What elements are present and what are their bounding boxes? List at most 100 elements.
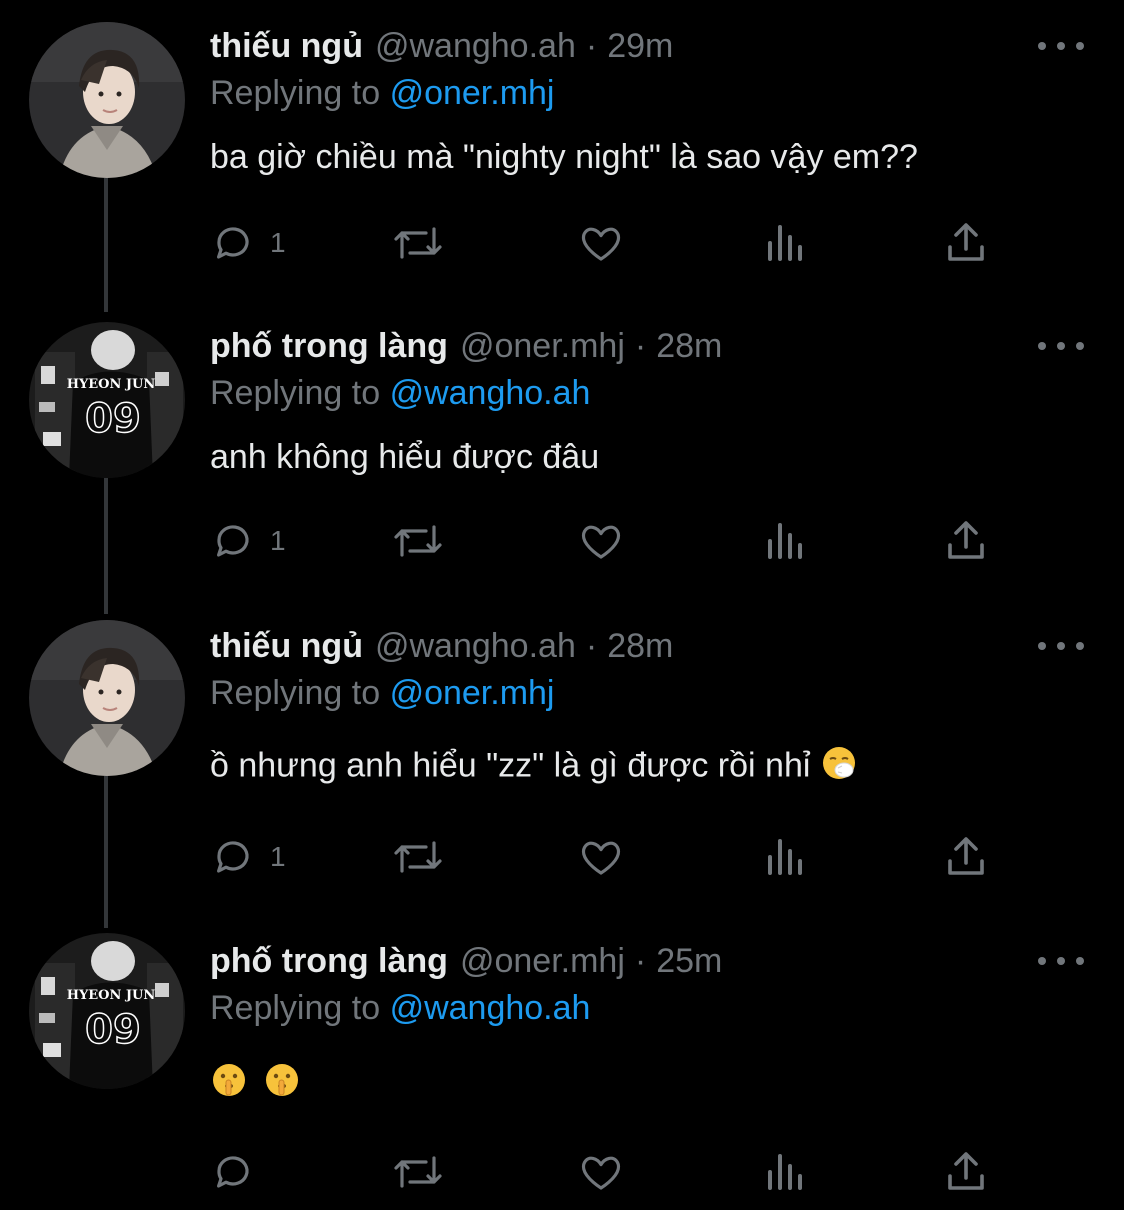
heart-icon [576, 1148, 626, 1196]
speech-bubble-icon [210, 517, 258, 565]
like-button[interactable] [576, 832, 626, 882]
tweet-text-row: ồ nhưng anh hiểu "zz" là gì được rồi nhỉ [210, 744, 858, 791]
retweet-icon [390, 833, 446, 881]
display-name[interactable]: thiếu ngủ [210, 27, 363, 66]
tweet-emoji-row [210, 1061, 301, 1108]
reply-count: 1 [270, 227, 286, 258]
tweet-text: ba giờ chiều mà "nighty night" là sao vậ… [210, 138, 918, 176]
tweet-actions: 1 [210, 218, 1010, 268]
share-button[interactable] [944, 1147, 988, 1197]
like-button[interactable] [576, 516, 626, 566]
replying-to-link[interactable]: @oner.mhj [390, 674, 555, 712]
replying-to-link[interactable]: @wangho.ah [390, 374, 591, 412]
reply-count: 1 [270, 841, 286, 872]
replying-to-label: Replying to [210, 374, 381, 412]
share-upload-icon [944, 833, 988, 881]
share-upload-icon [944, 1148, 988, 1196]
share-button[interactable] [944, 516, 988, 566]
jersey-number: 09 [85, 1007, 141, 1053]
retweet-button[interactable] [390, 1147, 446, 1197]
avatar[interactable]: HYEON JUN 09 [29, 322, 185, 478]
tweet-header: phố trong làng @oner.mhj · 25m [210, 937, 722, 985]
separator-dot: · [634, 326, 647, 365]
replying-to: Replying to @wangho.ah [210, 374, 590, 413]
retweet-button[interactable] [390, 832, 446, 882]
tweet-header: phố trong làng @oner.mhj · 28m [210, 322, 722, 370]
jersey-name: HYEON JUN [67, 988, 156, 1003]
heart-icon [576, 517, 626, 565]
tweet[interactable]: thiếu ngủ @wangho.ah · 29m Replying to @… [0, 22, 1124, 292]
tweet-text: ồ nhưng anh hiểu "zz" là gì được rồi nhỉ [210, 746, 811, 785]
timestamp[interactable]: 25m [656, 942, 722, 981]
tweet[interactable]: HYEON JUN 09 phố trong làng @oner.mhj · … [0, 933, 1124, 1210]
bar-chart-icon [764, 219, 806, 267]
replying-to-label: Replying to [210, 674, 381, 712]
separator-dot: · [585, 626, 598, 665]
avatar[interactable] [29, 620, 185, 776]
retweet-icon [390, 1148, 446, 1196]
views-button[interactable] [764, 218, 806, 268]
sneezing-face-emoji [820, 744, 858, 791]
bar-chart-icon [764, 517, 806, 565]
timestamp[interactable]: 28m [656, 327, 722, 366]
user-handle[interactable]: @wangho.ah [375, 27, 576, 66]
bar-chart-icon [764, 833, 806, 881]
speech-bubble-icon [210, 1148, 258, 1196]
replying-to: Replying to @wangho.ah [210, 989, 590, 1028]
heart-icon [576, 833, 626, 881]
avatar[interactable] [29, 22, 185, 178]
reply-count: 1 [270, 525, 286, 556]
views-button[interactable] [764, 516, 806, 566]
shushing-face-emoji [263, 1061, 301, 1108]
avatar[interactable]: HYEON JUN 09 [29, 933, 185, 1089]
timestamp[interactable]: 29m [607, 27, 673, 66]
user-handle[interactable]: @wangho.ah [375, 627, 576, 666]
retweet-button[interactable] [390, 516, 446, 566]
tweet[interactable]: thiếu ngủ @wangho.ah · 28m Replying to @… [0, 620, 1124, 912]
share-button[interactable] [944, 218, 988, 268]
bar-chart-icon [764, 1148, 806, 1196]
like-button[interactable] [576, 218, 626, 268]
separator-dot: · [585, 26, 598, 65]
more-dots-icon[interactable] [1038, 947, 1084, 975]
more-dots-icon[interactable] [1038, 32, 1084, 60]
timestamp[interactable]: 28m [607, 627, 673, 666]
display-name[interactable]: phố trong làng [210, 942, 448, 981]
reply-button[interactable] [210, 1147, 270, 1197]
like-button[interactable] [576, 1147, 626, 1197]
tweet-actions: 1 [210, 516, 1010, 566]
views-button[interactable] [764, 832, 806, 882]
heart-icon [576, 219, 626, 267]
share-upload-icon [944, 219, 988, 267]
share-button[interactable] [944, 832, 988, 882]
replying-to-label: Replying to [210, 989, 381, 1027]
replying-to-link[interactable]: @wangho.ah [390, 989, 591, 1027]
replying-to: Replying to @oner.mhj [210, 674, 554, 713]
retweet-icon [390, 219, 446, 267]
tweet-actions: 1 [210, 832, 1010, 882]
separator-dot: · [634, 941, 647, 980]
retweet-button[interactable] [390, 218, 446, 268]
speech-bubble-icon [210, 833, 258, 881]
tweet-actions [210, 1147, 1010, 1197]
speech-bubble-icon [210, 219, 258, 267]
user-handle[interactable]: @oner.mhj [460, 942, 625, 981]
retweet-icon [390, 517, 446, 565]
replying-to: Replying to @oner.mhj [210, 74, 554, 113]
share-upload-icon [944, 517, 988, 565]
reply-button[interactable]: 1 [210, 516, 286, 566]
replying-to-link[interactable]: @oner.mhj [390, 74, 555, 112]
jersey-name: HYEON JUN [67, 377, 156, 392]
user-handle[interactable]: @oner.mhj [460, 327, 625, 366]
more-dots-icon[interactable] [1038, 332, 1084, 360]
display-name[interactable]: phố trong làng [210, 327, 448, 366]
tweet-header: thiếu ngủ @wangho.ah · 29m [210, 22, 673, 70]
reply-button[interactable]: 1 [210, 832, 286, 882]
tweet[interactable]: HYEON JUN 09 phố trong làng @oner.mhj · … [0, 322, 1124, 592]
more-dots-icon[interactable] [1038, 632, 1084, 660]
reply-button[interactable]: 1 [210, 218, 286, 268]
display-name[interactable]: thiếu ngủ [210, 627, 363, 666]
replying-to-label: Replying to [210, 74, 381, 112]
views-button[interactable] [764, 1147, 806, 1197]
tweet-header: thiếu ngủ @wangho.ah · 28m [210, 622, 673, 670]
